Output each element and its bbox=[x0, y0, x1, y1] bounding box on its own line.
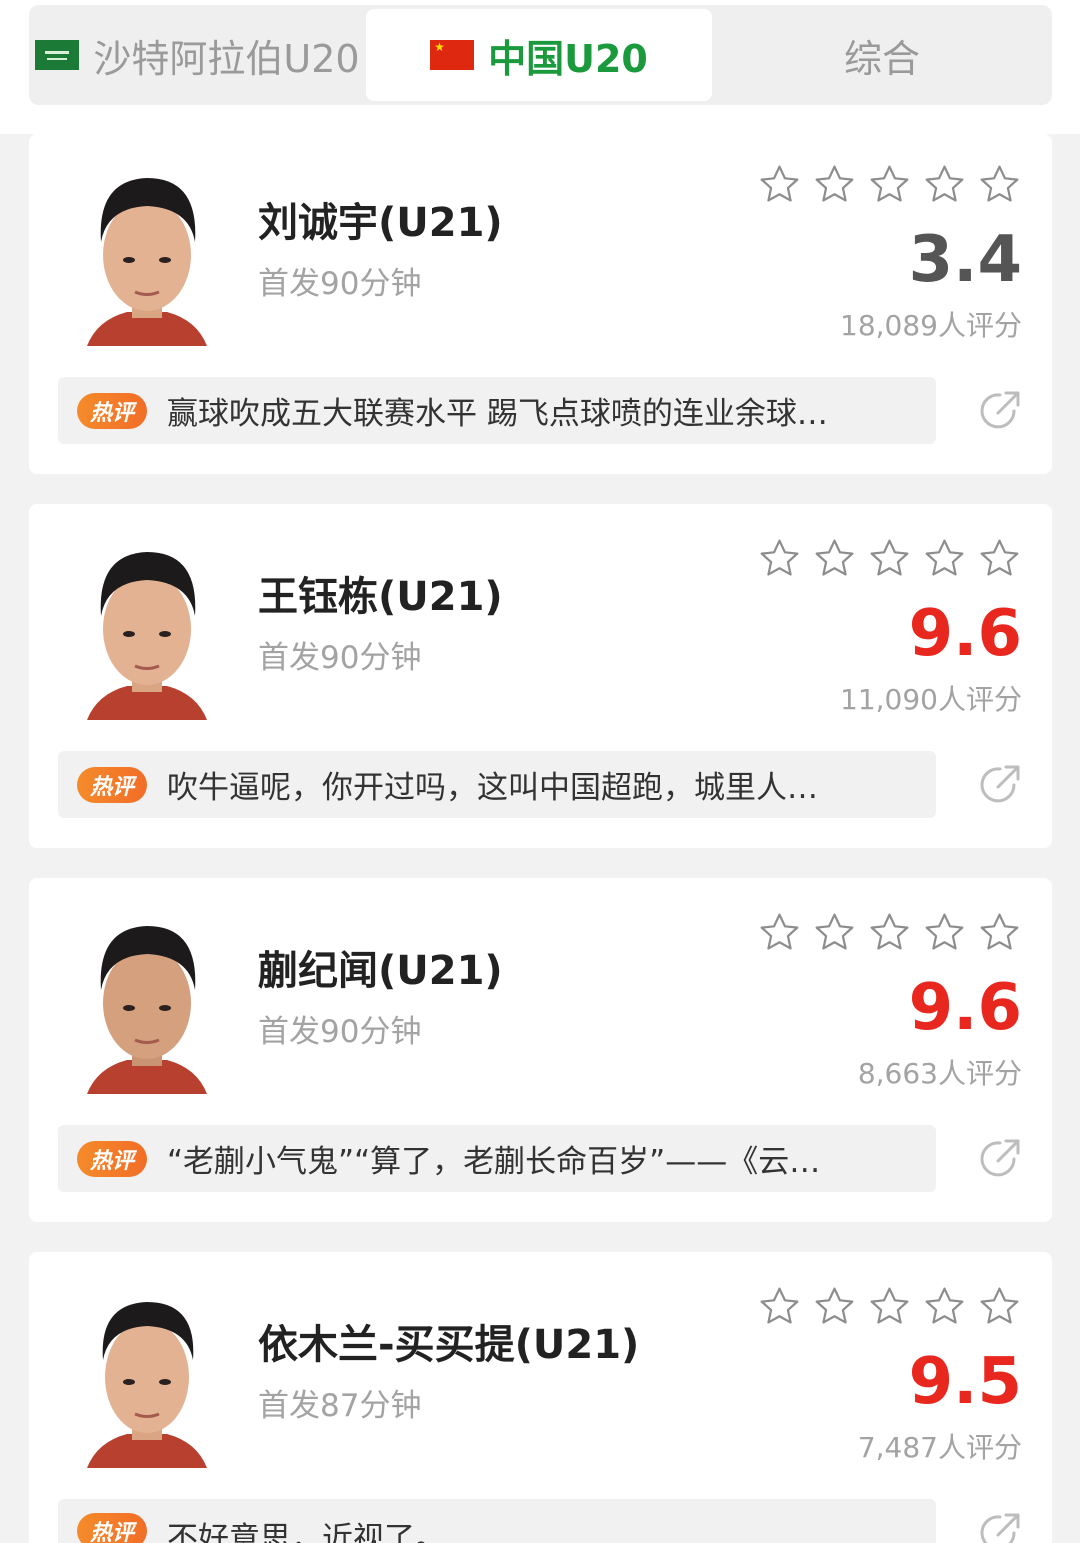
hot-comment-badge: 热评 bbox=[77, 392, 147, 429]
tab-label: 综合 bbox=[843, 36, 920, 81]
star-outline-icon[interactable] bbox=[922, 1284, 967, 1329]
star-outline-icon[interactable] bbox=[757, 910, 802, 955]
star-outline-icon[interactable] bbox=[977, 536, 1022, 581]
star-outline-icon[interactable] bbox=[757, 536, 802, 581]
player-name: 蒯纪闻(U21) bbox=[258, 948, 503, 994]
player-name: 刘诚宇(U21) bbox=[258, 200, 503, 246]
player-score: 3.4 bbox=[908, 223, 1022, 297]
player-name: 依木兰-买买提(U21) bbox=[258, 1322, 640, 1368]
tab-label: 中国U20 bbox=[488, 36, 648, 81]
player-photo bbox=[77, 1282, 217, 1468]
player-minutes: 首发87分钟 bbox=[258, 1388, 422, 1424]
player-minutes: 首发90分钟 bbox=[258, 1014, 422, 1050]
hot-comment-badge: 热评 bbox=[77, 1513, 147, 1543]
player-card[interactable]: 王钰栋(U21) 首发90分钟 9.6 11,090人评分 热评 吹牛逼呢，你开… bbox=[29, 504, 1052, 848]
star-outline-icon[interactable] bbox=[867, 910, 912, 955]
player-card[interactable]: 蒯纪闻(U21) 首发90分钟 9.6 8,663人评分 热评 “老蒯小气鬼”“… bbox=[29, 878, 1052, 1222]
team-tabs: 沙特阿拉伯U20 ★ 中国U20 综合 bbox=[29, 5, 1052, 105]
player-card[interactable]: 依木兰-买买提(U21) 首发87分钟 9.5 7,487人评分 热评 不好意思… bbox=[29, 1252, 1052, 1543]
vote-count: 7,487人评分 bbox=[857, 1431, 1022, 1464]
hot-comment-badge: 热评 bbox=[77, 766, 147, 803]
star-outline-icon[interactable] bbox=[977, 1284, 1022, 1329]
tab-label: 沙特阿拉伯U20 bbox=[93, 36, 360, 81]
share-icon[interactable] bbox=[978, 1135, 1024, 1181]
star-outline-icon[interactable] bbox=[922, 162, 967, 207]
star-outline-icon[interactable] bbox=[757, 1284, 802, 1329]
hot-comment[interactable]: 热评 “老蒯小气鬼”“算了，老蒯长命百岁”——《云… bbox=[58, 1125, 936, 1192]
player-name: 王钰栋(U21) bbox=[258, 574, 503, 620]
share-icon[interactable] bbox=[978, 1509, 1024, 1543]
star-outline-icon[interactable] bbox=[922, 910, 967, 955]
vote-count: 11,090人评分 bbox=[840, 683, 1022, 716]
star-outline-icon[interactable] bbox=[922, 536, 967, 581]
player-score: 9.5 bbox=[908, 1345, 1022, 1419]
hot-comment-badge: 热评 bbox=[77, 1140, 147, 1177]
hot-comment[interactable]: 热评 吹牛逼呢，你开过吗，这叫中国超跑，城里人… bbox=[58, 751, 936, 818]
tab-saudi-u20[interactable]: 沙特阿拉伯U20 bbox=[29, 9, 366, 101]
player-minutes: 首发90分钟 bbox=[258, 640, 422, 676]
player-photo bbox=[77, 908, 217, 1094]
hot-comment-text: 吹牛逼呢，你开过吗，这叫中国超跑，城里人… bbox=[167, 770, 818, 806]
hot-comment-text: 赢球吹成五大联赛水平 踢飞点球喷的连业余球… bbox=[167, 396, 828, 432]
vote-count: 8,663人评分 bbox=[857, 1057, 1022, 1090]
rating-stars[interactable] bbox=[757, 1284, 1022, 1329]
tab-overall[interactable]: 综合 bbox=[712, 9, 1052, 101]
hot-comment[interactable]: 热评 不好意思，近视了。 bbox=[58, 1499, 936, 1543]
star-outline-icon[interactable] bbox=[812, 536, 857, 581]
player-score: 9.6 bbox=[908, 597, 1022, 671]
hot-comment[interactable]: 热评 赢球吹成五大联赛水平 踢飞点球喷的连业余球… bbox=[58, 377, 936, 444]
star-outline-icon[interactable] bbox=[812, 1284, 857, 1329]
player-minutes: 首发90分钟 bbox=[258, 266, 422, 302]
share-icon[interactable] bbox=[978, 387, 1024, 433]
player-photo bbox=[77, 534, 217, 720]
tab-china-u20[interactable]: ★ 中国U20 bbox=[366, 9, 712, 101]
saudi-flag-icon bbox=[35, 40, 80, 70]
share-icon[interactable] bbox=[978, 761, 1024, 807]
rating-stars[interactable] bbox=[757, 910, 1022, 955]
hot-comment-text: 不好意思，近视了。 bbox=[167, 1521, 446, 1543]
star-outline-icon[interactable] bbox=[812, 162, 857, 207]
china-flag-icon: ★ bbox=[430, 40, 475, 70]
star-outline-icon[interactable] bbox=[977, 162, 1022, 207]
vote-count: 18,089人评分 bbox=[840, 309, 1022, 342]
star-outline-icon[interactable] bbox=[812, 910, 857, 955]
player-photo bbox=[77, 160, 217, 346]
player-score: 9.6 bbox=[908, 971, 1022, 1045]
team-tab-bar: 沙特阿拉伯U20 ★ 中国U20 综合 bbox=[0, 0, 1080, 134]
star-outline-icon[interactable] bbox=[867, 1284, 912, 1329]
star-outline-icon[interactable] bbox=[977, 910, 1022, 955]
star-outline-icon[interactable] bbox=[867, 162, 912, 207]
star-outline-icon[interactable] bbox=[867, 536, 912, 581]
rating-stars[interactable] bbox=[757, 536, 1022, 581]
player-card[interactable]: 刘诚宇(U21) 首发90分钟 3.4 18,089人评分 热评 赢球吹成五大联… bbox=[29, 134, 1052, 474]
hot-comment-text: “老蒯小气鬼”“算了，老蒯长命百岁”——《云… bbox=[167, 1144, 821, 1180]
star-outline-icon[interactable] bbox=[757, 162, 802, 207]
rating-stars[interactable] bbox=[757, 162, 1022, 207]
